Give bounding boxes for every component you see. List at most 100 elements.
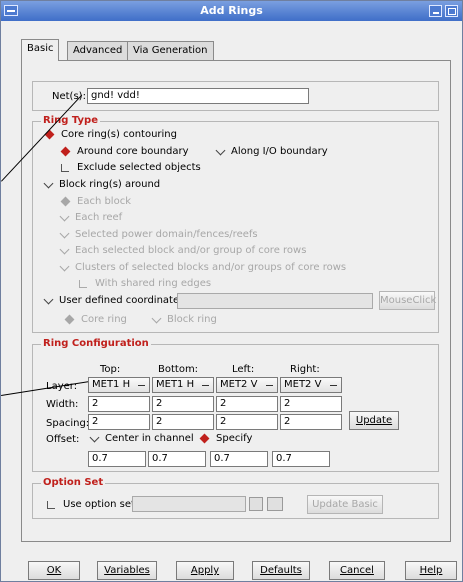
exclude-selected-label: Exclude selected objects (77, 162, 201, 173)
user-defined-input[interactable] (177, 293, 373, 309)
tab-basic[interactable]: Basic (21, 39, 60, 61)
help-button[interactable]: Help (405, 561, 457, 580)
selected-diamond-icon (199, 433, 210, 444)
clusters-radio[interactable]: Clusters of selected blocks and/or group… (59, 261, 347, 273)
with-shared-checkbox[interactable]: With shared ring edges (77, 278, 211, 289)
defaults-label: Defaults (260, 565, 302, 576)
dropdown-icon (266, 385, 273, 386)
checkbox-icon (61, 163, 69, 172)
option-set-title: Option Set (41, 477, 106, 488)
cancel-label: Cancel (340, 565, 374, 576)
col-header-top: Top: (100, 364, 121, 375)
each-block-label: Each block (77, 196, 131, 207)
browse-icon[interactable] (267, 497, 283, 511)
net-input[interactable]: gnd! vdd! (87, 88, 309, 104)
core-ring-label: Core ring(s) contouring (61, 129, 177, 140)
ok-button[interactable]: OK (28, 561, 80, 580)
add-rings-dialog: Add Rings Basic Advanced Via Generation … (0, 0, 463, 582)
radio-off-icon (59, 244, 70, 254)
spacing-input-right[interactable]: 2 (280, 414, 342, 430)
title-bar: Add Rings (1, 1, 462, 21)
spacing-label: Spacing: (46, 418, 90, 429)
clusters-label: Clusters of selected blocks and/or group… (75, 262, 347, 273)
ok-label: OK (46, 565, 62, 576)
layer-select-right[interactable]: MET2 V (280, 377, 342, 393)
block-ring-option-radio[interactable]: Block ring (151, 313, 217, 325)
specify-radio[interactable]: Specify (198, 433, 252, 444)
width-input-right[interactable]: 2 (280, 396, 342, 412)
spacing-input-bottom[interactable]: 2 (152, 414, 214, 430)
apply-button[interactable]: Apply (176, 561, 234, 580)
width-input-left[interactable]: 2 (216, 396, 278, 412)
update-button[interactable]: Update (349, 411, 399, 430)
variables-label: Variables (104, 565, 150, 576)
block-ring-option-label: Block ring (167, 314, 217, 325)
spacing-input-top[interactable]: 2 (88, 414, 150, 430)
offset-input-right[interactable]: 0.7 (272, 451, 330, 467)
specify-label: Specify (216, 433, 253, 444)
update-label: Update (355, 415, 393, 426)
update-basic-button[interactable]: Update Basic (307, 495, 383, 514)
cancel-button[interactable]: Cancel (329, 561, 385, 580)
use-option-set-checkbox[interactable]: Use option set: (45, 499, 138, 510)
tab-via-generation[interactable]: Via Generation (127, 41, 214, 60)
width-label: Width: (46, 399, 79, 410)
defaults-button[interactable]: Defaults (252, 561, 310, 580)
core-ring-option-label: Core ring (81, 314, 127, 325)
layer-select-bottom[interactable]: MET1 H (152, 377, 214, 393)
maximize-icon[interactable] (445, 5, 458, 17)
with-shared-label: With shared ring edges (95, 278, 212, 289)
window-title: Add Rings (200, 4, 263, 17)
block-rings-radio[interactable]: Block ring(s) around (43, 178, 161, 190)
width-input-top[interactable]: 2 (88, 396, 150, 412)
along-io-label: Along I/O boundary (231, 146, 328, 157)
user-defined-radio[interactable]: User defined coordinates: (43, 294, 188, 306)
each-selected-block-label: Each selected block and/or group of core… (75, 245, 307, 256)
user-defined-label: User defined coordinates: (59, 295, 188, 306)
radio-off-icon (215, 145, 226, 155)
checkbox-icon (47, 500, 55, 509)
mouseclick-button[interactable]: MouseClick (379, 291, 436, 310)
tab-advanced[interactable]: Advanced (67, 41, 129, 60)
ring-type-title: Ring Type (41, 115, 100, 126)
checkbox-icon (79, 279, 87, 288)
selected-diamond-icon (60, 146, 71, 157)
block-rings-label: Block ring(s) around (59, 179, 161, 190)
layer-select-top[interactable]: MET1 H (88, 377, 150, 393)
selected-domain-label: Selected power domain/fences/reefs (75, 229, 258, 240)
spacing-input-left[interactable]: 2 (216, 414, 278, 430)
each-reef-label: Each reef (75, 212, 123, 223)
each-block-radio[interactable]: Each block (59, 196, 131, 207)
col-header-right: Right: (290, 364, 320, 375)
layer-value: MET1 H (156, 379, 195, 390)
each-selected-block-radio[interactable]: Each selected block and/or group of core… (59, 244, 307, 256)
center-in-channel-label: Center in channel (105, 433, 194, 444)
layer-value: MET2 V (284, 379, 322, 390)
radio-off-icon (89, 432, 100, 442)
each-reef-radio[interactable]: Each reef (59, 211, 123, 223)
load-icon[interactable] (249, 497, 263, 511)
variables-button[interactable]: Variables (97, 561, 157, 580)
core-ring-option-radio[interactable]: Core ring (63, 314, 127, 325)
radio-off-icon (151, 313, 162, 323)
use-option-set-label: Use option set: (63, 499, 139, 510)
dropdown-icon (138, 385, 145, 386)
offset-label: Offset: (46, 434, 80, 445)
center-in-channel-radio[interactable]: Center in channel (89, 432, 194, 444)
offset-input-top[interactable]: 0.7 (88, 451, 146, 467)
along-io-radio[interactable]: Along I/O boundary (215, 145, 328, 157)
layer-select-left[interactable]: MET2 V (216, 377, 278, 393)
width-input-bottom[interactable]: 2 (152, 396, 214, 412)
exclude-selected-checkbox[interactable]: Exclude selected objects (59, 162, 201, 173)
option-set-input[interactable] (132, 496, 246, 512)
radio-off-icon (59, 261, 70, 271)
around-core-radio[interactable]: Around core boundary (59, 146, 189, 157)
core-ring-radio[interactable]: Core ring(s) contouring (43, 129, 177, 140)
ring-config-title: Ring Configuration (41, 338, 151, 349)
apply-label: Apply (190, 565, 220, 576)
minimize-icon[interactable] (429, 5, 442, 17)
selected-domain-radio[interactable]: Selected power domain/fences/reefs (59, 228, 258, 240)
offset-input-bottom[interactable]: 0.7 (148, 451, 206, 467)
selected-diamond-icon (64, 314, 75, 325)
offset-input-left[interactable]: 0.7 (210, 451, 268, 467)
